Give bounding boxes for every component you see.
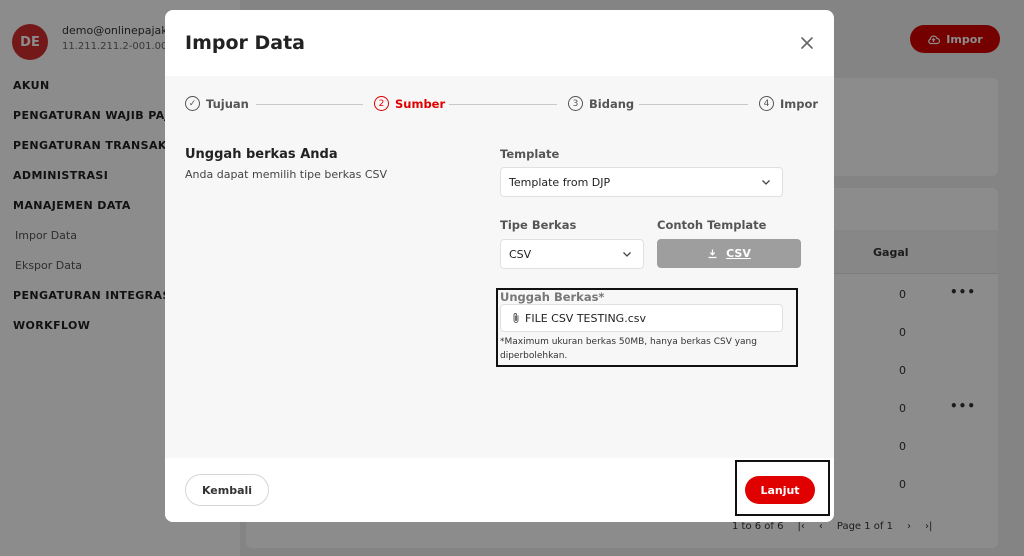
chevron-down-icon	[623, 252, 631, 257]
file-name: FILE CSV TESTING.csv	[525, 311, 646, 325]
step-bidang: 3 Bidang	[568, 96, 634, 111]
example-template-label: Contoh Template	[657, 218, 767, 232]
upload-label: Unggah Berkas*	[500, 290, 605, 304]
download-icon	[708, 249, 717, 259]
step-number: 2	[374, 96, 389, 111]
section-title: Unggah berkas Anda	[185, 147, 338, 162]
modal-title: Impor Data	[185, 32, 306, 54]
import-modal: Impor Data ✓ Tujuan 2 Sumber 3 Bidang 4 …	[165, 10, 834, 522]
step-connector	[449, 104, 557, 105]
next-button[interactable]: Lanjut	[745, 476, 815, 504]
step-label: Sumber	[395, 96, 446, 111]
step-sumber: 2 Sumber	[374, 96, 445, 111]
step-number: 3	[568, 96, 583, 111]
file-upload-input[interactable]: FILE CSV TESTING.csv	[500, 304, 783, 332]
step-number: 4	[759, 96, 774, 111]
stepper: ✓ Tujuan 2 Sumber 3 Bidang 4 Impor	[185, 96, 818, 114]
close-icon[interactable]	[798, 34, 816, 52]
template-select[interactable]: Template from DJP	[500, 167, 783, 197]
modal-body: ✓ Tujuan 2 Sumber 3 Bidang 4 Impor Ungga…	[165, 76, 834, 458]
step-label: Tujuan	[206, 96, 249, 111]
step-connector	[639, 104, 748, 105]
check-icon: ✓	[185, 96, 200, 111]
file-type-label: Tipe Berkas	[500, 218, 577, 232]
modal-header: Impor Data	[165, 10, 834, 76]
step-tujuan: ✓ Tujuan	[185, 96, 249, 111]
template-select-value: Template from DJP	[509, 175, 611, 189]
step-label: Bidang	[589, 96, 635, 111]
template-label: Template	[500, 147, 560, 161]
section-description: Anda dapat memilih tipe berkas CSV	[185, 168, 388, 181]
file-type-select[interactable]: CSV	[500, 239, 644, 269]
step-impor: 4 Impor	[759, 96, 818, 111]
paperclip-icon	[513, 313, 519, 323]
file-type-select-value: CSV	[509, 247, 532, 261]
modal-footer: Kembali Lanjut	[165, 458, 834, 522]
step-connector	[256, 104, 363, 105]
download-csv-label: CSV	[726, 247, 751, 260]
chevron-down-icon	[762, 180, 770, 185]
upload-hint: *Maximum ukuran berkas 50MB, hanya berka…	[500, 337, 757, 361]
download-csv-template-button[interactable]: CSV	[657, 239, 801, 268]
back-button[interactable]: Kembali	[185, 474, 269, 506]
step-label: Impor	[780, 96, 819, 111]
